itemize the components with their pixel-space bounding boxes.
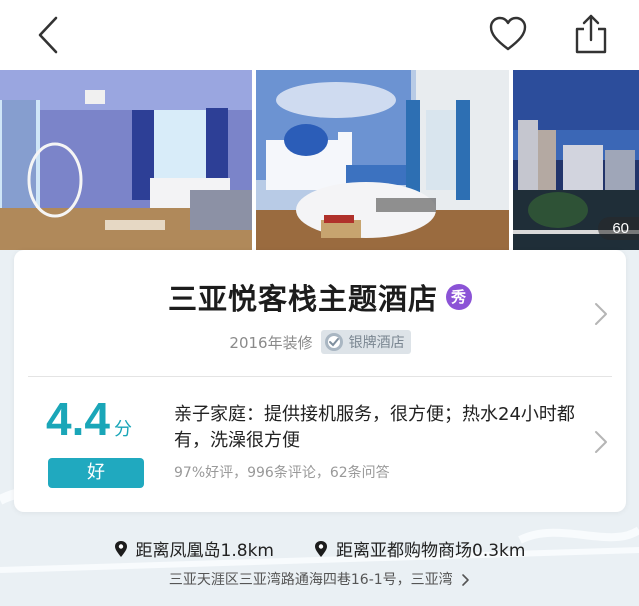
distance-label-1: 距离凤凰岛1.8km bbox=[135, 541, 274, 561]
heart-outline-icon bbox=[489, 16, 527, 51]
hotel-info-card: 三亚悦客栈主题酒店 秀 2016年装修 银牌酒店 4.4 分 好 亲子家庭：提供接… bbox=[14, 250, 626, 512]
photo-count-badge[interactable]: 60 bbox=[598, 217, 639, 240]
hotel-address[interactable]: 三亚天涯区三亚湾路通海四巷16-1号，三亚湾 bbox=[0, 569, 639, 589]
room-photo-1[interactable] bbox=[0, 70, 252, 250]
chevron-left-icon bbox=[38, 16, 58, 54]
room-photo-2[interactable] bbox=[256, 70, 509, 250]
share-button[interactable] bbox=[572, 12, 610, 56]
review-stats[interactable]: 97%好评，996条评论，62条问答 bbox=[174, 462, 390, 482]
hotel-name: 三亚悦客栈主题酒店 bbox=[167, 282, 438, 316]
address-text: 三亚天涯区三亚湾路通海四巷16-1号，三亚湾 bbox=[168, 572, 453, 588]
address-chevron-icon bbox=[462, 574, 469, 586]
review-highlight[interactable]: 亲子家庭：提供接机服务，很方便；热水24小时都有，洗澡很方便 bbox=[174, 402, 584, 454]
photo-gallery: 60 bbox=[0, 70, 639, 250]
rating-score-value: 4.4 bbox=[46, 393, 110, 445]
chevron-right-icon[interactable] bbox=[594, 302, 608, 330]
hotel-exterior-photo[interactable]: 60 bbox=[513, 70, 639, 250]
location-pin-icon bbox=[315, 540, 327, 557]
location-pin-icon bbox=[114, 540, 127, 557]
distance-label-2: 距离亚都购物商场0.3km bbox=[336, 541, 526, 561]
rating-score: 4.4 分 bbox=[46, 396, 132, 442]
silver-medal-icon bbox=[324, 333, 343, 351]
divider bbox=[28, 376, 612, 377]
rating-score-unit: 分 bbox=[113, 419, 132, 439]
reviews-chevron-right-icon[interactable] bbox=[594, 430, 608, 458]
location-distances: 距离凤凰岛1.8km 距离亚都购物商场0.3km bbox=[0, 536, 639, 561]
back-button[interactable] bbox=[30, 14, 66, 56]
top-nav-bar bbox=[0, 0, 639, 70]
share-icon bbox=[575, 14, 607, 54]
distance-item-2[interactable]: 距离亚都购物商场0.3km bbox=[314, 536, 525, 561]
silver-hotel-badge: 银牌酒店 bbox=[320, 330, 411, 354]
renovation-year: 2016年装修 bbox=[229, 333, 313, 352]
xiu-badge: 秀 bbox=[446, 284, 472, 310]
distance-item-1[interactable]: 距离凤凰岛1.8km bbox=[114, 536, 274, 561]
rating-label-pill: 好 bbox=[48, 458, 144, 488]
silver-hotel-label: 银牌酒店 bbox=[348, 335, 405, 351]
hotel-name-row[interactable]: 三亚悦客栈主题酒店 秀 bbox=[14, 276, 626, 318]
hotel-meta-row: 2016年装修 银牌酒店 bbox=[14, 330, 626, 354]
favorite-button[interactable] bbox=[488, 15, 528, 55]
